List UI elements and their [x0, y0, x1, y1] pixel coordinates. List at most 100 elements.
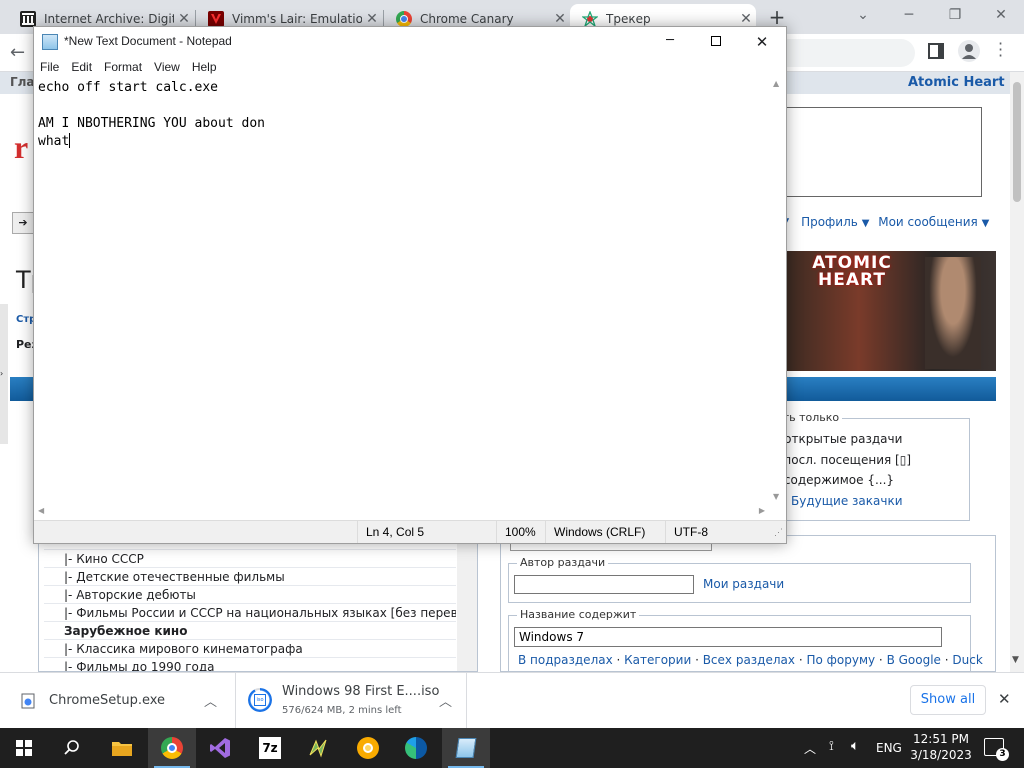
downloads-bar: ChromeSetup.exe ︿ iso Windows 98 First E…	[0, 672, 1024, 728]
notification-badge: 3	[996, 748, 1009, 761]
minimize-icon[interactable]: ─	[886, 0, 932, 30]
list-scrollbar[interactable]	[457, 536, 477, 671]
download-filename: ChromeSetup.exe	[49, 693, 166, 708]
atomic-heart-banner[interactable]: ATOMIC HEART	[785, 251, 996, 371]
atomic-heart-link[interactable]: Atomic Heart	[908, 75, 1005, 90]
notepad-icon	[42, 34, 58, 50]
forum-options: Наше кино |- Кино СССР |- Детские отечес…	[44, 536, 456, 671]
scope-google-link[interactable]: В Google	[887, 653, 941, 667]
forum-option[interactable]: |- Кино СССР	[44, 550, 456, 568]
scroll-right-icon[interactable]: ▶	[759, 506, 765, 515]
forum-select-list[interactable]: Наше кино |- Кино СССР |- Детские отечес…	[38, 535, 478, 672]
side-collapse-handle[interactable]: ›	[0, 304, 8, 444]
menu-file[interactable]: File	[34, 57, 65, 77]
future-downloads-link[interactable]: Будущие закачки	[791, 494, 903, 508]
notepad-menu-bar: File Edit Format View Help	[34, 57, 786, 77]
minimize-icon[interactable]: ─	[647, 27, 693, 57]
notepad-title-bar[interactable]: *New Text Document - Notepad ─ ✕	[34, 27, 786, 57]
notepad-window[interactable]: *New Text Document - Notepad ─ ✕ File Edi…	[33, 26, 787, 544]
resize-grip-icon[interactable]: ⋰	[774, 521, 783, 543]
scroll-down-icon[interactable]: ▼	[1012, 655, 1019, 665]
close-icon[interactable]: ✕	[998, 690, 1011, 708]
back-arrow-icon[interactable]: ←	[10, 42, 25, 63]
scope-forum-link[interactable]: По форуму	[806, 653, 875, 667]
chevron-up-icon[interactable]: ︿	[439, 691, 452, 710]
scroll-down-icon[interactable]: ▼	[773, 492, 779, 501]
forum-option[interactable]: |- Детские отечественные фильмы	[44, 568, 456, 586]
close-tab-icon[interactable]: ✕	[550, 11, 570, 27]
filter-option-new[interactable]: с посл. посещения [▯]	[773, 453, 911, 467]
iso-file-icon: iso	[254, 694, 266, 706]
banner-title: ATOMIC HEART	[812, 253, 892, 290]
scroll-up-icon[interactable]: ▲	[773, 79, 779, 88]
winamp-icon[interactable]	[294, 728, 342, 768]
forum-group[interactable]: Зарубежное кино	[44, 622, 456, 640]
system-clock[interactable]: 12:51 PM 3/18/2023	[906, 731, 976, 763]
scroll-left-icon[interactable]: ◀	[38, 506, 44, 515]
download-item[interactable]: iso Windows 98 First E....iso 576/624 MB…	[237, 673, 467, 728]
edge-icon[interactable]	[392, 728, 440, 768]
forum-option[interactable]: |- Авторские дебюты	[44, 586, 456, 604]
filter-option-open[interactable]: о открытые раздачи	[773, 432, 902, 446]
network-icon[interactable]: ⟟	[829, 739, 834, 754]
chrome-canary-icon[interactable]	[344, 728, 392, 768]
author-input[interactable]	[514, 575, 694, 594]
profile-avatar-icon[interactable]	[958, 40, 980, 62]
download-filename: Windows 98 First E....iso	[282, 684, 440, 699]
side-panel-icon[interactable]	[928, 43, 944, 59]
more-menu-icon[interactable]: · · ·	[998, 36, 1003, 64]
scope-all-sections-link[interactable]: Всех разделах	[703, 653, 795, 667]
title-search-input[interactable]	[514, 627, 942, 647]
chevron-down-icon: ▼	[861, 218, 870, 229]
maximize-icon[interactable]	[693, 27, 739, 57]
close-tab-icon[interactable]: ✕	[362, 11, 382, 27]
search-icon[interactable]	[48, 728, 96, 768]
notepad-title: *New Text Document - Notepad	[64, 34, 232, 48]
notification-center-icon[interactable]: 3	[984, 738, 1009, 761]
nav-toggle-icon[interactable]: ➔	[12, 212, 34, 234]
chrome-icon[interactable]	[148, 728, 196, 768]
tray-overflow-chevron-icon[interactable]: ︿	[804, 740, 816, 757]
visual-studio-icon[interactable]	[196, 728, 244, 768]
close-window-icon[interactable]: ✕	[978, 0, 1024, 30]
forum-option[interactable]: |- Фильмы России и СССР на национальных …	[44, 604, 456, 622]
show-all-button[interactable]: Show all	[910, 685, 986, 715]
rutracker-logo[interactable]: r	[14, 131, 34, 163]
vimm-icon	[208, 11, 224, 27]
notepad-text-area[interactable]: echo off start calc.exe AM I NBOTHERING …	[34, 77, 774, 503]
menu-help[interactable]: Help	[186, 57, 223, 77]
close-icon[interactable]: ✕	[739, 27, 785, 57]
scope-categories-link[interactable]: Категории	[624, 653, 691, 667]
menu-view[interactable]: View	[148, 57, 186, 77]
tab-search-icon[interactable]: ⌄	[840, 0, 886, 30]
tab-title: Chrome Canary	[420, 12, 514, 26]
scroll-thumb[interactable]	[1013, 82, 1021, 202]
author-fieldset: Автор раздачи Мои раздачи	[508, 556, 971, 603]
notepad-vertical-scrollbar[interactable]: ▲ ▼	[769, 77, 786, 503]
my-messages-link[interactable]: Мои сообщения	[878, 215, 978, 229]
page-scrollbar[interactable]: ▼	[1010, 72, 1024, 672]
file-explorer-icon[interactable]	[98, 728, 146, 768]
download-item[interactable]: ChromeSetup.exe ︿	[0, 673, 236, 728]
menu-format[interactable]: Format	[98, 57, 148, 77]
filter-option-content[interactable]: ь содержимое {...}	[773, 473, 894, 487]
input-language[interactable]: ENG	[876, 741, 902, 755]
scope-subsections-link[interactable]: В подразделах	[518, 653, 613, 667]
notepad-horizontal-scrollbar[interactable]: ◀ ▶	[34, 503, 769, 520]
close-tab-icon[interactable]: ✕	[736, 11, 756, 27]
top-nav-link[interactable]: Гла	[10, 75, 35, 89]
restore-icon[interactable]: ❐	[932, 0, 978, 30]
my-releases-link[interactable]: Мои раздачи	[703, 577, 784, 591]
scope-duck-link[interactable]: Duck	[952, 653, 982, 667]
chevron-up-icon[interactable]: ︿	[204, 691, 217, 710]
7zip-icon[interactable]: 7z	[246, 728, 294, 768]
forum-option[interactable]: |- Классика мирового кинематографа	[44, 640, 456, 658]
start-icon[interactable]	[0, 728, 48, 768]
forum-option[interactable]: |- Фильмы до 1990 года	[44, 658, 456, 671]
tracker-icon	[581, 10, 599, 28]
profile-link[interactable]: Профиль	[801, 215, 858, 229]
volume-icon[interactable]: 🔈︎	[851, 738, 859, 754]
menu-edit[interactable]: Edit	[65, 57, 98, 77]
close-tab-icon[interactable]: ✕	[174, 11, 194, 27]
notepad-icon[interactable]	[442, 728, 490, 768]
